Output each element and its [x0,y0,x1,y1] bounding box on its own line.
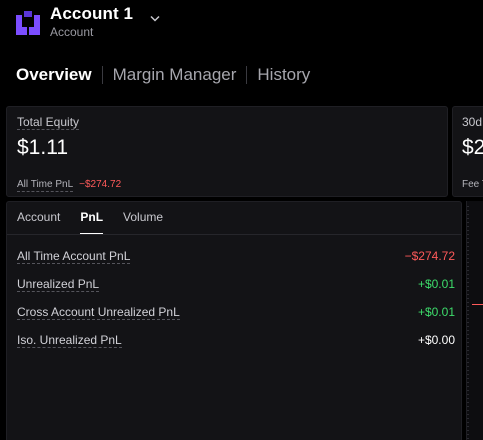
pnl-row-value: +$0.01 [417,305,455,319]
total-equity-label[interactable]: Total Equity [17,115,80,130]
subtab-volume[interactable]: Volume [123,209,163,235]
pnl-row: Unrealized PnL +$0.01 [17,270,455,298]
panel-tabs: Account PnL Volume [17,209,163,235]
pnl-row-label[interactable]: Iso. Unrealized PnL [17,333,122,348]
total-equity-value: $1.11 [17,136,68,159]
total-equity-card: Total Equity $1.11 All Time PnL −$274.72 [6,106,448,197]
account-overview-screen: Account 1 Account Overview Margin Manage… [0,0,483,440]
chevron-down-icon[interactable] [150,15,160,23]
tab-margin-manager[interactable]: Margin Manager [113,64,237,86]
fee-card-label: 30d [462,115,483,129]
pnl-row: Iso. Unrealized PnL +$0.00 [17,326,455,354]
tab-history[interactable]: History [257,64,310,86]
fee-card-footer: Fee T [462,179,483,190]
pnl-row-label[interactable]: Cross Account Unrealized PnL [17,305,180,320]
account-subtitle: Account [50,25,94,39]
all-time-pnl-value: −$274.72 [79,179,122,190]
pnl-panel: Account PnL Volume All Time Account PnL … [6,201,462,440]
main-tabs: Overview Margin Manager History [16,64,310,86]
account-name: Account 1 [50,4,134,23]
account-logo-icon [16,11,40,35]
pnl-row-label[interactable]: All Time Account PnL [17,249,131,264]
chart-line-segment [472,304,483,305]
pnl-rows: All Time Account PnL −$274.72 Unrealized… [17,242,455,354]
tab-overview[interactable]: Overview [16,64,92,86]
fee-card-value: $2 [462,136,483,159]
pnl-row-label[interactable]: Unrealized PnL [17,277,100,292]
pnl-row-value: +$0.00 [417,333,455,347]
fee-card: 30d $2 Fee T [452,106,483,197]
all-time-pnl-label[interactable]: All Time PnL [17,179,74,192]
account-header[interactable]: Account 1 Account [16,4,133,39]
pnl-row: Cross Account Unrealized PnL +$0.01 [17,298,455,326]
tab-divider [246,66,248,84]
pnl-row-value: +$0.01 [417,277,455,291]
subtab-account[interactable]: Account [17,209,60,235]
pnl-row-value: −$274.72 [404,249,455,263]
subtab-pnl[interactable]: PnL [80,209,103,235]
account-text: Account 1 Account [50,4,133,39]
pnl-row: All Time Account PnL −$274.72 [17,242,455,270]
tab-divider [101,66,103,84]
chart-gridline [467,206,469,440]
all-time-pnl: All Time PnL −$274.72 [17,179,121,192]
panel-tabs-divider [7,234,461,235]
